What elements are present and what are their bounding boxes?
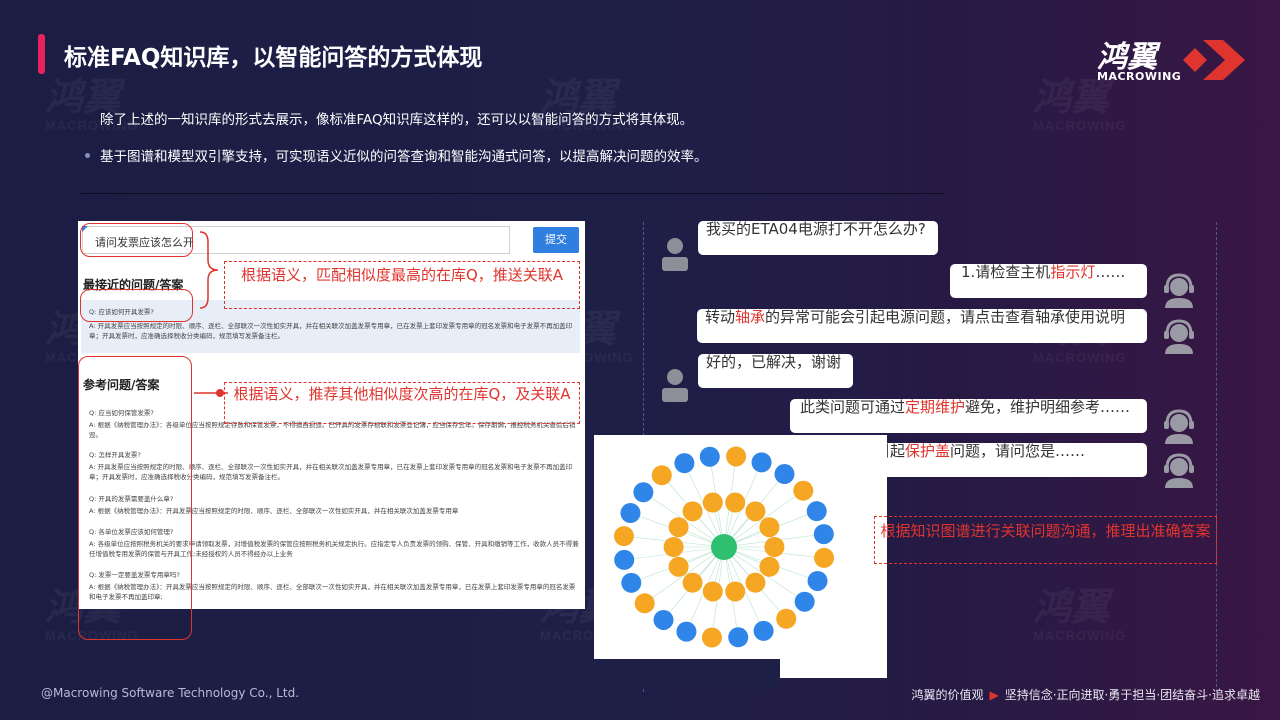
graph-node — [699, 446, 720, 467]
support-agent-icon — [1164, 273, 1194, 308]
chat-message-agent: 1.请检查主机指示灯…… — [950, 264, 1147, 298]
annotation-recommend: 根据语义，推荐其他相似度次高的在库Q，及关联A — [224, 382, 580, 424]
highlight-keyword: 指示灯 — [1050, 264, 1096, 281]
graph-node — [814, 547, 835, 568]
message-text: 好的，已解决，谢谢 — [706, 354, 842, 371]
graph-node — [774, 464, 795, 485]
graph-node — [682, 572, 703, 593]
reference-highlight-box — [78, 356, 192, 640]
graph-node — [674, 453, 695, 474]
message-text: 的异常可能会引起电源问题，请点击查看 — [765, 309, 1036, 326]
graph-node — [682, 501, 703, 522]
title-accent-bar — [38, 34, 45, 74]
highlight-keyword: 轴承 — [735, 309, 766, 326]
support-agent-icon — [1164, 453, 1194, 488]
intro-line-2: 基于图谱和模型双引擎支持，可实现语义近似的问答查询和智能沟通式问答，以提高解决问… — [100, 149, 708, 165]
graph-node — [728, 627, 749, 648]
message-text: 转动 — [705, 309, 736, 326]
highlight-keyword: 保护盖 — [905, 443, 951, 460]
chat-right-divider — [1216, 222, 1217, 692]
chat-message-user: 我买的ETA04电源打不开怎么办? — [698, 221, 938, 255]
support-agent-icon — [1164, 319, 1194, 354]
graph-node — [759, 517, 780, 538]
graph-node — [751, 452, 772, 473]
message-text: 我买的ETA04电源打不开怎么办? — [706, 221, 926, 238]
triangle-icon: ▶ — [989, 688, 999, 702]
graph-cutout — [594, 659, 780, 689]
intro-line-1: 除了上述的一知识库的形式去展示，像标准FAQ知识库这样的，还可以以智能问答的方式… — [100, 112, 694, 128]
message-text: 问题，请问您是…… — [950, 443, 1086, 460]
annotation-match: 根据语义，匹配相似度最高的在库Q，推送关联A — [224, 261, 580, 309]
graph-node — [702, 492, 723, 513]
graph-node — [663, 537, 684, 557]
graph-node — [668, 517, 689, 538]
submit-button[interactable]: 提交 — [533, 227, 579, 253]
highlight-keyword: 定期维护 — [905, 399, 966, 416]
graph-node — [726, 446, 747, 467]
graph-node — [614, 549, 635, 570]
graph-node — [806, 501, 827, 522]
footer-copyright: @Macrowing Software Technology Co., Ltd. — [41, 686, 300, 700]
watermark: 鸿翼MACROWING — [1033, 77, 1127, 133]
brace-icon — [199, 231, 219, 309]
knowledge-graph-panel — [594, 435, 887, 678]
support-agent-icon — [1164, 409, 1194, 444]
user-avatar-icon — [662, 238, 688, 271]
graph-node — [764, 537, 785, 557]
graph-node — [753, 620, 774, 641]
logo-en: MACROWING — [1097, 70, 1182, 83]
graph-node — [725, 492, 746, 513]
graph-hub-node — [711, 534, 737, 560]
graph-node — [759, 556, 780, 577]
annotation-graph: 根据知识图谱进行关联问题沟通，推理出准确答案 — [874, 516, 1217, 564]
graph-node — [653, 609, 674, 630]
graph-node — [776, 608, 797, 629]
values-label: 鸿翼的价值观 — [911, 688, 984, 702]
graph-node — [651, 465, 672, 486]
graph-node — [794, 591, 815, 612]
graph-node — [621, 572, 642, 593]
graph-node — [807, 570, 828, 591]
knowledge-graph — [613, 446, 835, 648]
footer-values: 鸿翼的价值观 ▶ 坚持信念·正向进取·勇于担当·团结奋斗·追求卓越 — [911, 686, 1260, 703]
chat-message-user: 好的，已解决，谢谢 — [698, 354, 853, 388]
graph-node — [793, 480, 814, 501]
graph-node — [633, 482, 654, 503]
graph-node — [745, 572, 766, 593]
logo-mark-icon — [1183, 40, 1245, 80]
bullet-dot — [85, 153, 90, 158]
values-text: 坚持信念·正向进取·勇于担当·团结奋斗·追求卓越 — [1004, 688, 1260, 702]
watermark: 鸿翼MACROWING — [1033, 587, 1127, 643]
user-avatar-icon — [662, 369, 688, 402]
graph-node — [613, 526, 634, 547]
message-text: 避免，维护明细参考…… — [965, 399, 1131, 416]
query-highlight-box — [80, 223, 193, 257]
graph-node — [676, 621, 697, 642]
graph-node — [725, 581, 746, 602]
graph-node — [634, 593, 655, 614]
message-text: 此类问题可通过 — [800, 399, 906, 416]
graph-node — [701, 627, 722, 648]
brand-logo: 鸿翼 MACROWING — [1097, 36, 1247, 86]
message-text: 1.请检查主机 — [961, 264, 1051, 281]
closest-q-highlight-box — [80, 289, 193, 322]
graph-node — [702, 581, 723, 602]
graph-node — [745, 501, 766, 522]
message-text: 轴承使用说明 — [1035, 309, 1126, 326]
message-text: …… — [1095, 264, 1126, 281]
graph-node — [668, 556, 689, 577]
page-title: 标准FAQ知识库，以智能问答的方式体现 — [64, 45, 483, 71]
chat-message-agent: 转动轴承的异常可能会引起电源问题，请点击查看轴承使用说明 — [697, 309, 1147, 343]
graph-node — [620, 503, 641, 524]
closest-answer: A: 开具发票应当按照规定的时限、顺序、逐栏、全部联次一次性如实开具，并在相关联… — [89, 322, 573, 340]
graph-node — [813, 524, 834, 545]
connector-icon — [194, 389, 228, 397]
chat-message-agent: 此类问题可通过定期维护避免，维护明细参考…… — [790, 399, 1147, 433]
divider — [80, 193, 944, 194]
